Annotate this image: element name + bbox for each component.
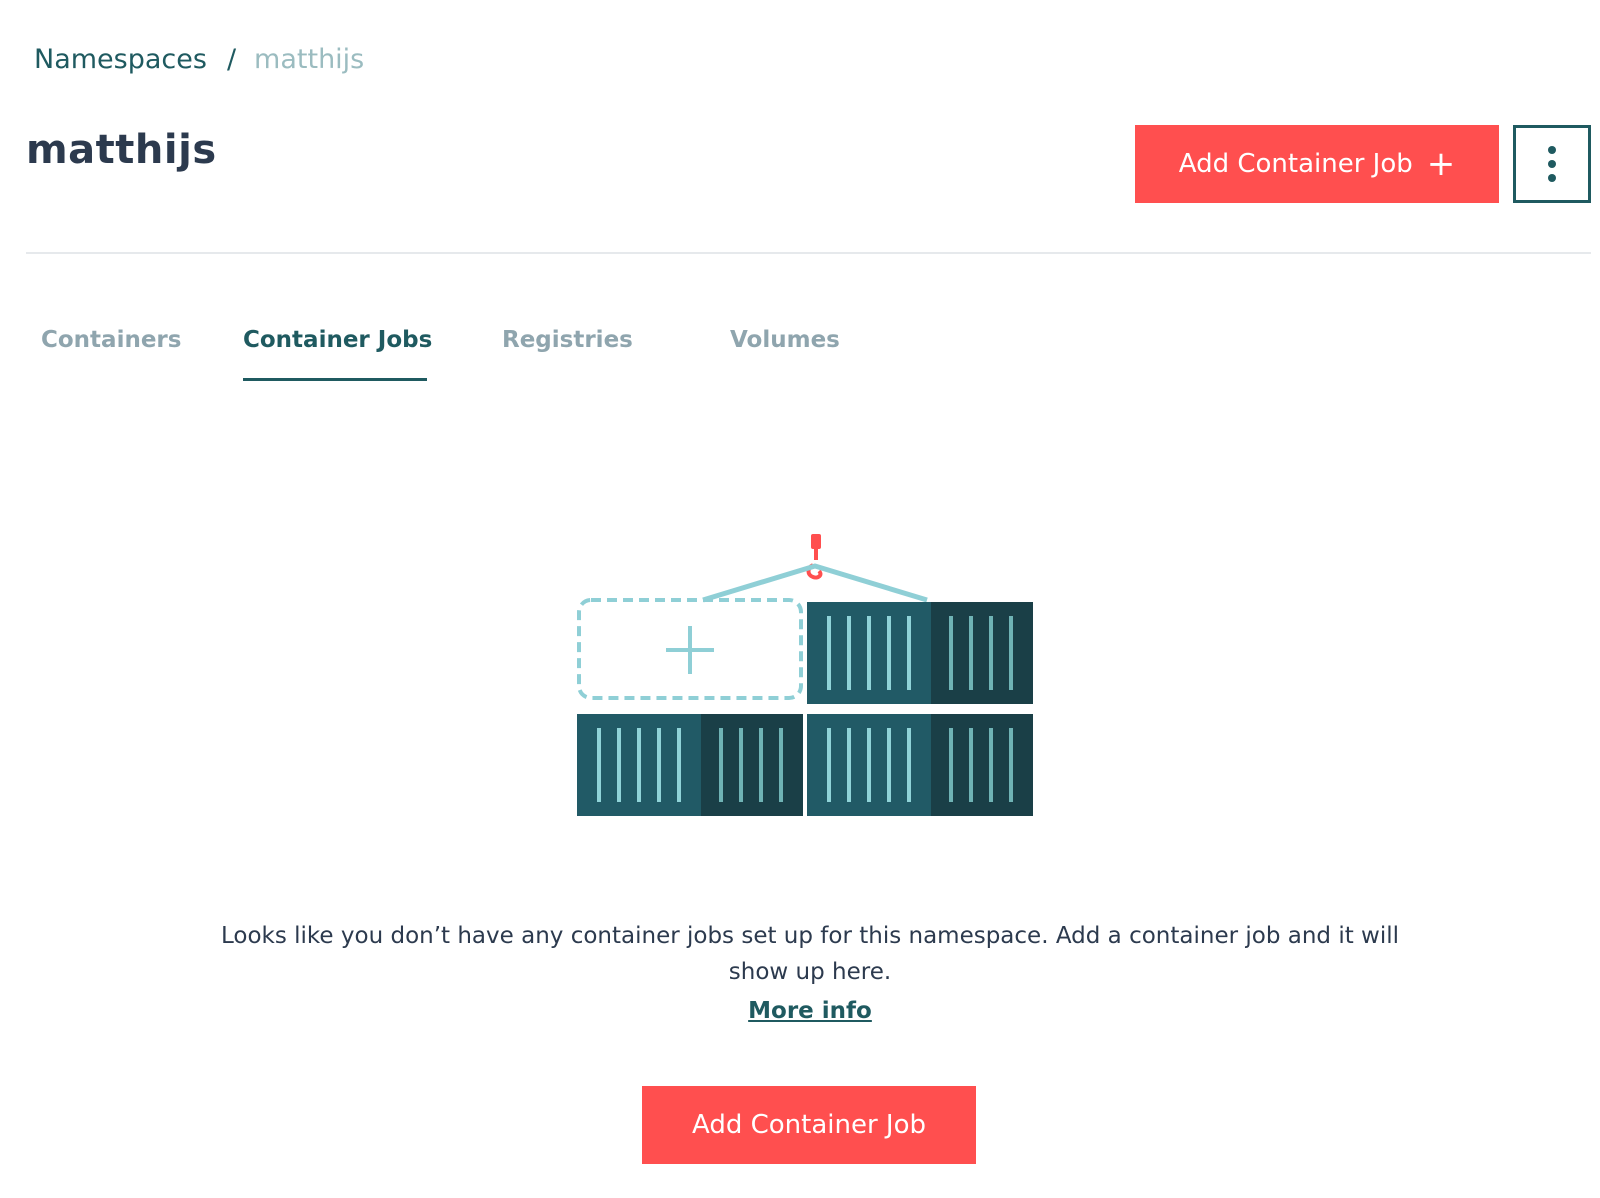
tab-containers[interactable]: Containers	[41, 320, 181, 360]
breadcrumb: Namespaces / matthijs	[34, 40, 364, 80]
breadcrumb-current-namespace: matthijs	[254, 44, 365, 75]
breadcrumb-separator: /	[226, 44, 237, 75]
vertical-ellipsis-icon-dot	[1548, 174, 1556, 182]
active-tab-indicator	[243, 378, 427, 381]
more-info-link[interactable]: More info	[700, 993, 920, 1029]
plus-icon: +	[1426, 144, 1456, 184]
tab-registries[interactable]: Registries	[502, 320, 633, 360]
shipping-containers-crane-illustration	[577, 534, 1033, 816]
tab-container-jobs[interactable]: Container Jobs	[243, 320, 432, 360]
add-container-job-empty-state-button[interactable]: Add Container Job	[642, 1086, 976, 1164]
vertical-ellipsis-icon	[1548, 146, 1556, 154]
tab-volumes[interactable]: Volumes	[730, 320, 840, 360]
add-container-job-button-label: Add Container Job	[1178, 149, 1413, 179]
add-container-job-button[interactable]: Add Container Job +	[1135, 125, 1499, 203]
breadcrumb-namespaces-link[interactable]: Namespaces	[34, 44, 207, 75]
vertical-ellipsis-icon-dot	[1548, 160, 1556, 168]
more-options-button[interactable]	[1513, 125, 1591, 203]
empty-state-message: Looks like you don’t have any container …	[220, 923, 1400, 985]
page-title: matthijs	[26, 127, 217, 173]
header-divider	[26, 252, 1591, 254]
